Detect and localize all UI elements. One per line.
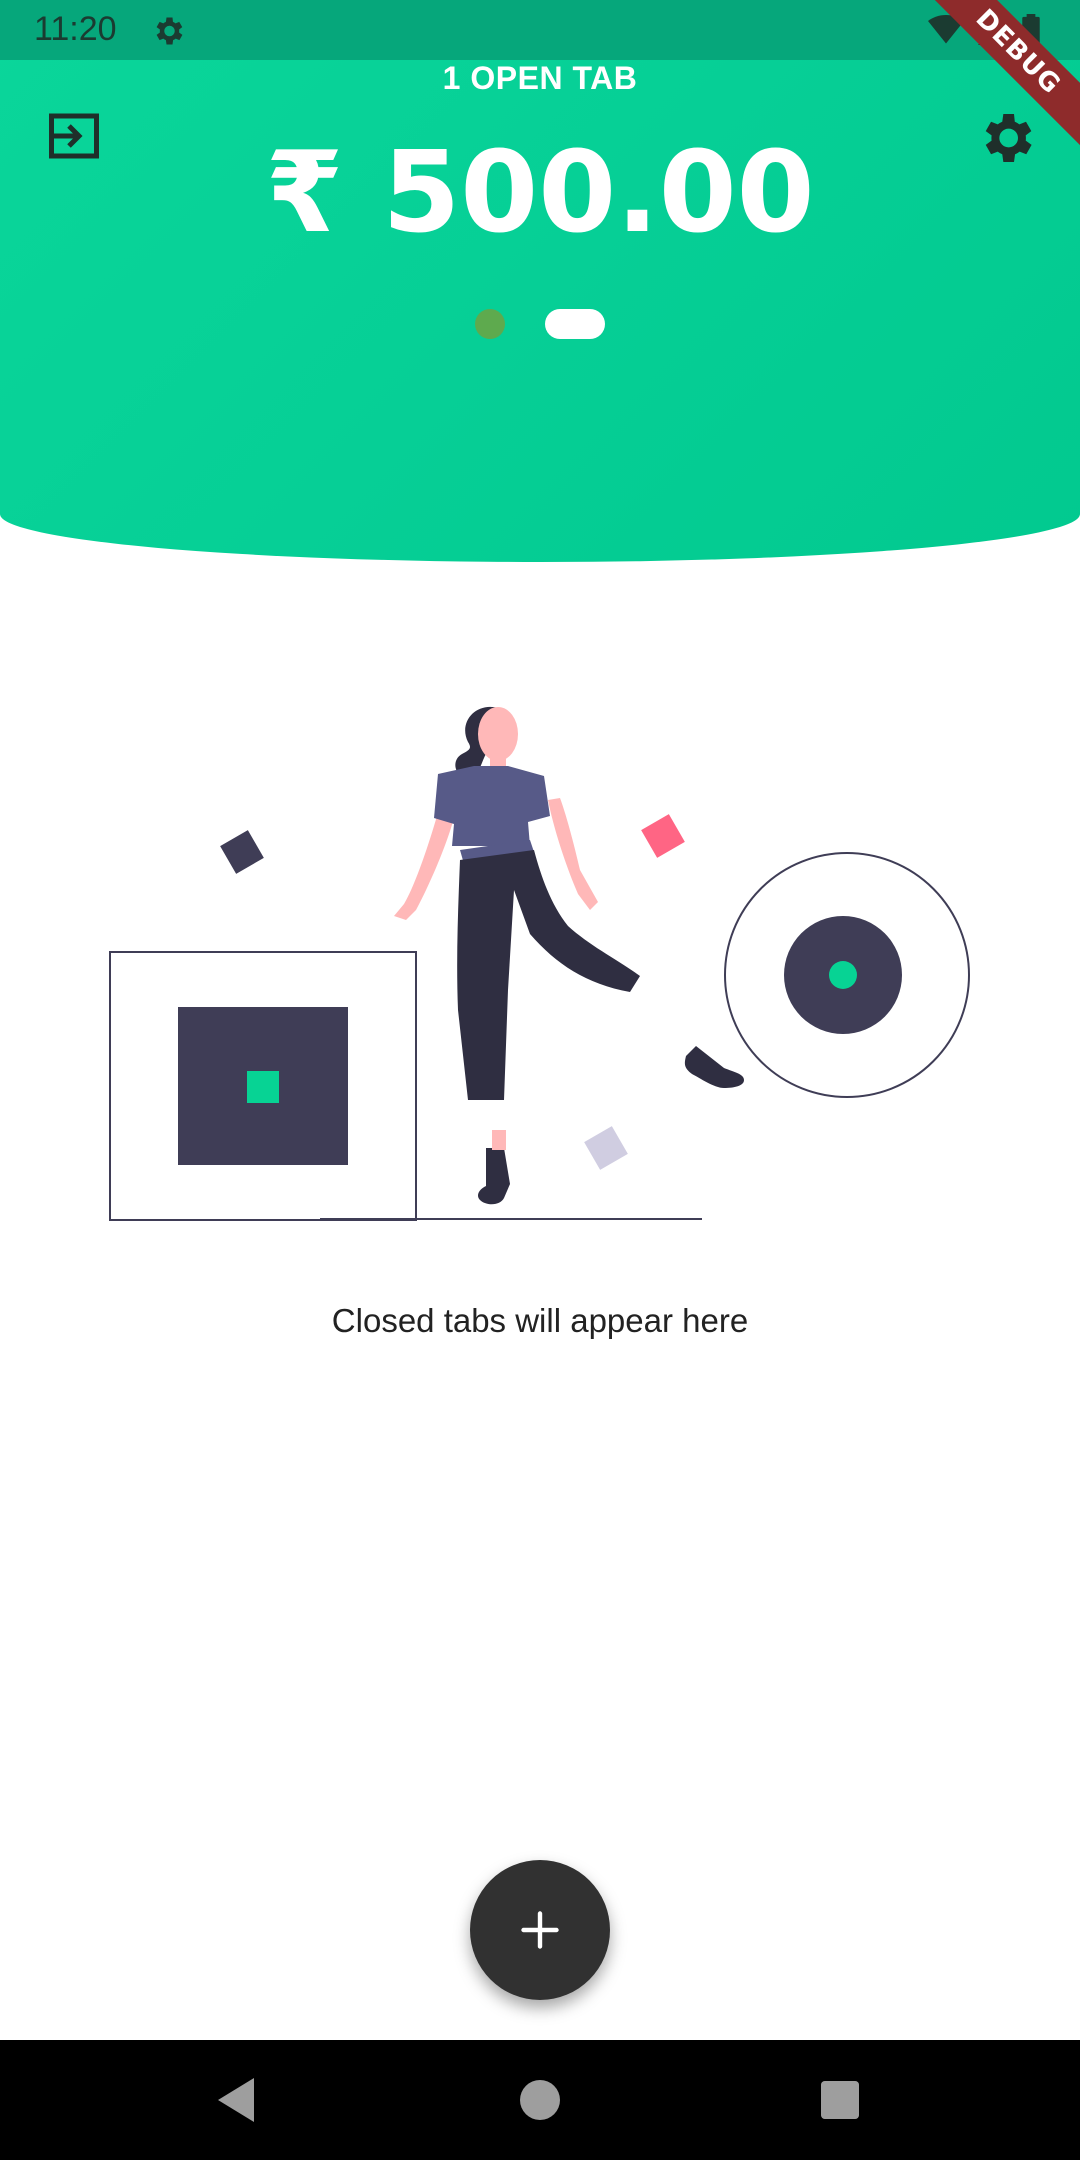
floating-light-square (584, 1126, 628, 1170)
total-amount: ₹ 500.00 (265, 128, 815, 258)
recents-icon (821, 2081, 859, 2119)
floating-dark-square (220, 830, 264, 874)
floating-pink-square (641, 814, 685, 858)
home-button[interactable] (480, 2040, 600, 2160)
back-icon (218, 2078, 254, 2122)
system-nav-bar (0, 2040, 1080, 2160)
plus-icon (521, 1911, 559, 1949)
settings-icon (156, 17, 183, 45)
woman-figure (394, 706, 744, 1205)
status-time: 11:20 (34, 10, 117, 48)
empty-state-message: Closed tabs will appear here (331, 1302, 749, 1339)
green-square (247, 1071, 279, 1103)
header: 11:20 DEBUG 1 OPEN TAB ₹ 500.00 (0, 0, 1080, 562)
empty-state-illustration (109, 706, 970, 1221)
status-bar: 11:20 (0, 0, 1080, 60)
add-tab-button[interactable] (470, 1860, 610, 2000)
open-tabs-count: 1 OPEN TAB (442, 60, 638, 96)
page-dot[interactable] (475, 309, 505, 339)
page-indicator (0, 309, 1080, 339)
green-dot (829, 961, 857, 989)
page-dot-active[interactable] (545, 309, 605, 339)
back-button[interactable] (178, 2040, 298, 2160)
home-icon (520, 2080, 560, 2120)
recents-button[interactable] (780, 2040, 900, 2160)
